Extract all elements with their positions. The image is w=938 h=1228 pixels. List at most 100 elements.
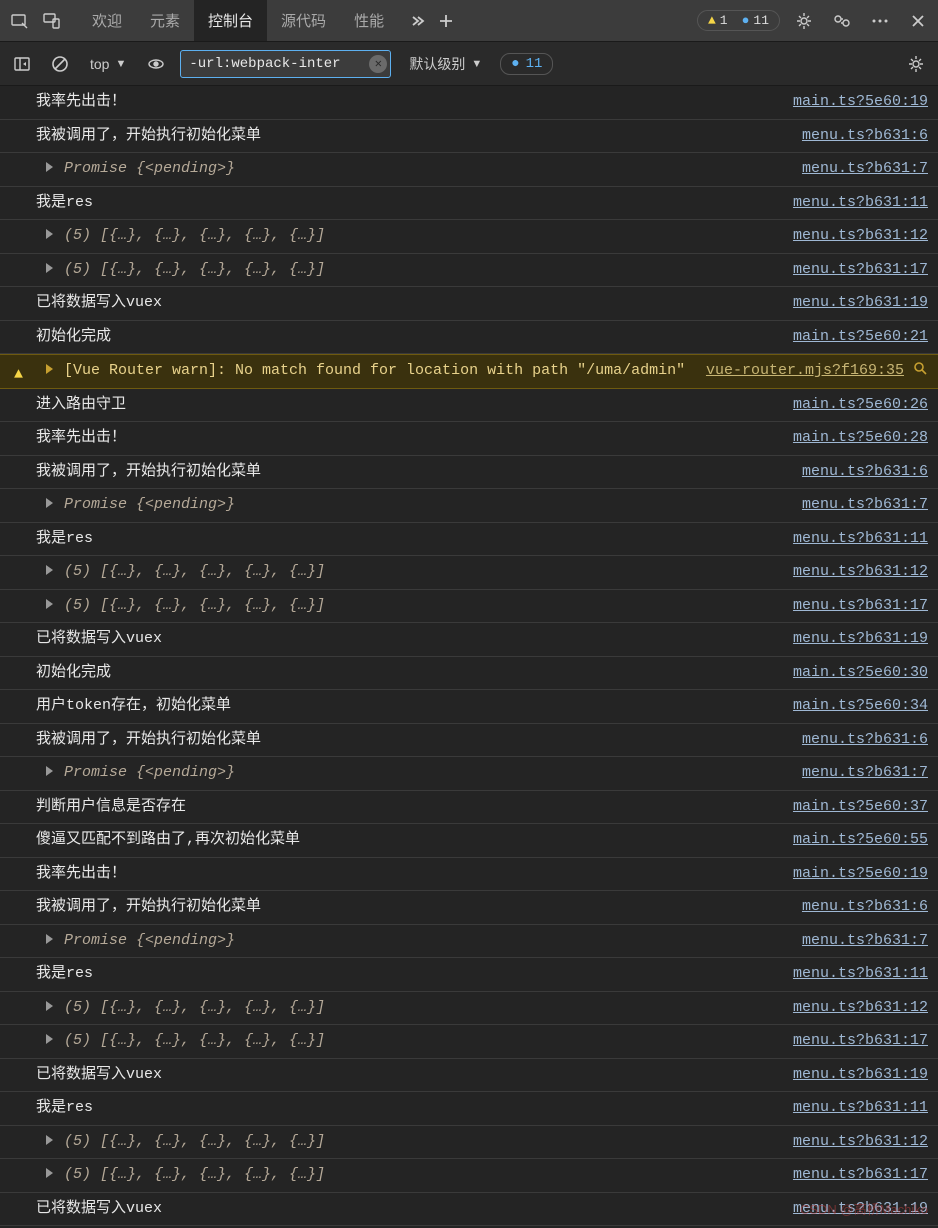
add-tab-icon[interactable]: [432, 7, 460, 35]
experiments-icon[interactable]: [828, 7, 856, 35]
source-link[interactable]: menu.ts?b631:17: [793, 595, 928, 618]
execution-context-selector[interactable]: top ▼: [84, 52, 132, 76]
console-row[interactable]: 我是resmenu.ts?b631:11: [0, 523, 938, 557]
tab-welcome[interactable]: 欢迎: [78, 0, 136, 41]
console-row[interactable]: 我是resmenu.ts?b631:11: [0, 958, 938, 992]
expand-arrow-icon[interactable]: [46, 565, 53, 575]
expand-arrow-icon[interactable]: [46, 766, 53, 776]
expand-arrow-icon[interactable]: [46, 1034, 53, 1044]
console-settings-gear-icon[interactable]: [902, 50, 930, 78]
console-row[interactable]: 我是resmenu.ts?b631:11: [0, 1092, 938, 1126]
source-link[interactable]: main.ts?5e60:28: [793, 427, 928, 450]
source-link[interactable]: menu.ts?b631:11: [793, 528, 928, 551]
console-row[interactable]: 我率先出击！main.ts?5e60:19: [0, 86, 938, 120]
console-row[interactable]: 傻逼又匹配不到路由了,再次初始化菜单main.ts?5e60:55: [0, 824, 938, 858]
more-tabs-icon[interactable]: [404, 7, 432, 35]
expand-arrow-icon[interactable]: [46, 1168, 53, 1178]
source-link[interactable]: menu.ts?b631:19: [793, 292, 928, 315]
expand-arrow-icon[interactable]: [46, 934, 53, 944]
source-link[interactable]: menu.ts?b631:17: [793, 1030, 928, 1053]
console-row[interactable]: (5) [{…}, {…}, {…}, {…}, {…}]menu.ts?b63…: [0, 220, 938, 254]
live-expression-icon[interactable]: [142, 50, 170, 78]
source-link[interactable]: vue-router.mjs?f169:35: [706, 360, 904, 383]
source-link[interactable]: menu.ts?b631:12: [793, 225, 928, 248]
expand-arrow-icon[interactable]: [46, 263, 53, 273]
tab-elements[interactable]: 元素: [136, 0, 194, 41]
expand-arrow-icon[interactable]: [46, 364, 53, 374]
source-link[interactable]: menu.ts?b631:7: [802, 762, 928, 785]
console-row[interactable]: (5) [{…}, {…}, {…}, {…}, {…}]menu.ts?b63…: [0, 1126, 938, 1160]
source-link[interactable]: menu.ts?b631:12: [793, 561, 928, 584]
tab-console[interactable]: 控制台: [194, 0, 267, 41]
source-link[interactable]: main.ts?5e60:55: [793, 829, 928, 852]
source-link[interactable]: menu.ts?b631:7: [802, 494, 928, 517]
issues-badge-group[interactable]: ▲1 ●11: [697, 10, 780, 31]
console-row[interactable]: 判断用户信息是否存在main.ts?5e60:37: [0, 791, 938, 825]
tab-sources[interactable]: 源代码: [267, 0, 340, 41]
expand-arrow-icon[interactable]: [46, 599, 53, 609]
source-link[interactable]: menu.ts?b631:6: [802, 461, 928, 484]
source-link[interactable]: main.ts?5e60:21: [793, 326, 928, 349]
expand-arrow-icon[interactable]: [46, 498, 53, 508]
issue-count-chip[interactable]: ● 11: [500, 53, 553, 75]
expand-arrow-icon[interactable]: [46, 229, 53, 239]
source-link[interactable]: main.ts?5e60:37: [793, 796, 928, 819]
console-row[interactable]: 已将数据写入vuexmenu.ts?b631:19: [0, 1059, 938, 1093]
source-link[interactable]: main.ts?5e60:19: [793, 863, 928, 886]
console-row[interactable]: ▲[Vue Router warn]: No match found for l…: [0, 354, 938, 389]
source-link[interactable]: menu.ts?b631:17: [793, 259, 928, 282]
source-link[interactable]: menu.ts?b631:7: [802, 930, 928, 953]
source-link[interactable]: main.ts?5e60:30: [793, 662, 928, 685]
console-row[interactable]: Promise {<pending>}menu.ts?b631:7: [0, 489, 938, 523]
source-link[interactable]: menu.ts?b631:11: [793, 963, 928, 986]
console-row[interactable]: 已将数据写入vuexmenu.ts?b631:19: [0, 623, 938, 657]
source-link[interactable]: main.ts?5e60:26: [793, 394, 928, 417]
clear-filter-icon[interactable]: ✕: [369, 55, 387, 73]
device-toolbar-icon[interactable]: [38, 7, 66, 35]
console-row[interactable]: 我被调用了，开始执行初始化菜单menu.ts?b631:6: [0, 120, 938, 154]
console-row[interactable]: 我被调用了，开始执行初始化菜单menu.ts?b631:6: [0, 724, 938, 758]
tab-performance[interactable]: 性能: [340, 0, 398, 41]
inspect-element-icon[interactable]: [6, 7, 34, 35]
console-row[interactable]: (5) [{…}, {…}, {…}, {…}, {…}]menu.ts?b63…: [0, 1159, 938, 1193]
source-link[interactable]: main.ts?5e60:19: [793, 91, 928, 114]
clear-console-icon[interactable]: [46, 50, 74, 78]
console-row[interactable]: (5) [{…}, {…}, {…}, {…}, {…}]menu.ts?b63…: [0, 992, 938, 1026]
close-devtools-icon[interactable]: [904, 7, 932, 35]
console-row[interactable]: 我被调用了，开始执行初始化菜单menu.ts?b631:6: [0, 891, 938, 925]
source-link[interactable]: menu.ts?b631:6: [802, 896, 928, 919]
source-link[interactable]: main.ts?5e60:34: [793, 695, 928, 718]
console-filter-input[interactable]: [180, 50, 391, 78]
console-row[interactable]: 进入路由守卫main.ts?5e60:26: [0, 389, 938, 423]
console-row[interactable]: 我被调用了，开始执行初始化菜单menu.ts?b631:6: [0, 456, 938, 490]
console-row[interactable]: (5) [{…}, {…}, {…}, {…}, {…}]menu.ts?b63…: [0, 590, 938, 624]
console-row[interactable]: 初始化完成main.ts?5e60:30: [0, 657, 938, 691]
console-row[interactable]: Promise {<pending>}menu.ts?b631:7: [0, 757, 938, 791]
console-row[interactable]: (5) [{…}, {…}, {…}, {…}, {…}]menu.ts?b63…: [0, 254, 938, 288]
console-row[interactable]: 已将数据写入vuexmenu.ts?b631:19: [0, 287, 938, 321]
expand-arrow-icon[interactable]: [46, 1001, 53, 1011]
console-row[interactable]: (5) [{…}, {…}, {…}, {…}, {…}]menu.ts?b63…: [0, 556, 938, 590]
source-link[interactable]: menu.ts?b631:17: [793, 1164, 928, 1187]
source-link[interactable]: menu.ts?b631:7: [802, 158, 928, 181]
expand-arrow-icon[interactable]: [46, 162, 53, 172]
console-row[interactable]: 我是resmenu.ts?b631:11: [0, 187, 938, 221]
expand-arrow-icon[interactable]: [46, 1135, 53, 1145]
source-link[interactable]: menu.ts?b631:19: [793, 628, 928, 651]
source-link[interactable]: menu.ts?b631:6: [802, 729, 928, 752]
console-row[interactable]: 用户token存在，初始化菜单main.ts?5e60:34: [0, 690, 938, 724]
more-menu-icon[interactable]: [866, 7, 894, 35]
source-link[interactable]: menu.ts?b631:6: [802, 125, 928, 148]
console-row[interactable]: Promise {<pending>}menu.ts?b631:7: [0, 153, 938, 187]
source-link[interactable]: menu.ts?b631:12: [793, 1131, 928, 1154]
console-row[interactable]: 我率先出击！main.ts?5e60:28: [0, 422, 938, 456]
console-row[interactable]: 我率先出击！main.ts?5e60:19: [0, 858, 938, 892]
source-link[interactable]: menu.ts?b631:19: [793, 1064, 928, 1087]
source-link[interactable]: menu.ts?b631:11: [793, 192, 928, 215]
settings-gear-icon[interactable]: [790, 7, 818, 35]
source-link[interactable]: menu.ts?b631:12: [793, 997, 928, 1020]
console-row[interactable]: Promise {<pending>}menu.ts?b631:7: [0, 925, 938, 959]
toggle-sidebar-icon[interactable]: [8, 50, 36, 78]
source-link[interactable]: menu.ts?b631:11: [793, 1097, 928, 1120]
search-icon[interactable]: [912, 360, 928, 376]
